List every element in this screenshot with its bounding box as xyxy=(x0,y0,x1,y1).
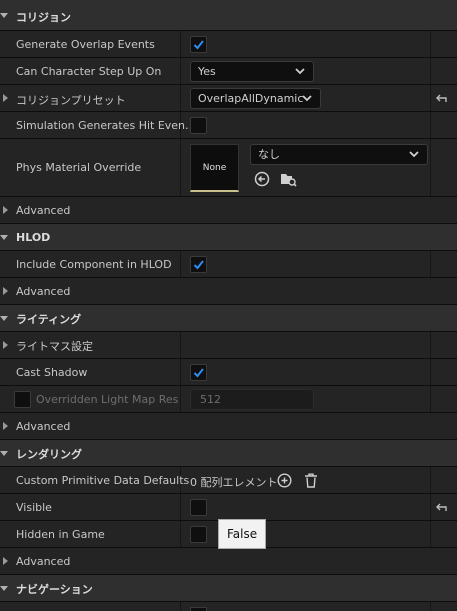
category-title: コリジョン xyxy=(16,11,71,24)
visible-checkbox[interactable] xyxy=(190,499,207,516)
cast-shadow-checkbox[interactable] xyxy=(190,364,207,381)
category-title: レンダリング xyxy=(16,448,82,461)
property-label: Phys Material Override xyxy=(16,161,142,174)
chevron-right-icon xyxy=(3,287,8,295)
overridden-value-field: 512 xyxy=(190,389,314,410)
property-label: Can Character Step Up On xyxy=(16,65,162,78)
row-collision-preset: コリジョンプリセット OverlapAllDynamic xyxy=(0,85,457,112)
reset-arrow-icon[interactable] xyxy=(434,93,448,105)
chevron-down-icon xyxy=(302,94,312,101)
row-generate-overlap: Generate Overlap Events xyxy=(0,31,457,58)
property-label: ライトマス設定 xyxy=(16,340,93,353)
generate-overlap-checkbox[interactable] xyxy=(190,36,207,53)
dropdown-value: OverlapAllDynamic xyxy=(198,92,304,105)
advanced-label: Advanced xyxy=(16,555,71,568)
array-count: 0 配列エレメント xyxy=(190,476,278,489)
chevron-right-icon[interactable] xyxy=(3,341,8,349)
chevron-down-icon xyxy=(0,451,8,456)
advanced-label: Advanced xyxy=(16,204,71,217)
dropdown-value: Yes xyxy=(198,65,216,78)
row-phys-material: Phys Material Override None なし xyxy=(0,139,457,197)
dropdown-value: なし xyxy=(258,148,280,161)
chevron-down-icon xyxy=(295,67,305,74)
chevron-right-icon xyxy=(3,422,8,430)
trash-icon[interactable] xyxy=(304,473,318,488)
chevron-down-icon xyxy=(0,586,8,591)
row-sim-hit: Simulation Generates Hit Even… xyxy=(0,112,457,139)
overridden-checkbox[interactable] xyxy=(14,391,31,408)
advanced-label: Advanced xyxy=(16,420,71,433)
property-label: Visible xyxy=(16,501,52,514)
tooltip-text: False xyxy=(227,527,258,541)
property-label: Custom Primitive Data Defaults xyxy=(16,474,190,487)
category-title: ライティング xyxy=(16,313,82,326)
include-hlod-checkbox[interactable] xyxy=(190,256,207,273)
chevron-down-icon xyxy=(0,13,8,18)
row-overridden-lightmap: Overridden Light Map Res 512 xyxy=(0,386,457,413)
property-label: コリジョンプリセット xyxy=(16,94,126,107)
thumbnail-label: None xyxy=(202,163,227,173)
chevron-right-icon[interactable] xyxy=(3,94,8,102)
hidden-in-game-checkbox[interactable] xyxy=(190,526,207,543)
property-label: Cast Shadow xyxy=(16,366,88,379)
advanced-lighting[interactable]: Advanced xyxy=(0,413,457,440)
row-include-hlod: Include Component in HLOD xyxy=(0,251,457,278)
row-partial xyxy=(0,602,457,611)
property-label: Generate Overlap Events xyxy=(16,38,155,51)
row-cast-shadow: Cast Shadow xyxy=(0,359,457,386)
advanced-label: Advanced xyxy=(16,285,71,298)
category-rendering[interactable]: レンダリング xyxy=(0,440,457,467)
row-lightmass: ライトマス設定 xyxy=(0,332,457,359)
chevron-down-icon xyxy=(0,316,8,321)
partial-checkbox[interactable] xyxy=(190,607,207,611)
browse-folder-icon[interactable] xyxy=(280,171,297,187)
row-custom-primitive: Custom Primitive Data Defaults 0 配列エレメント xyxy=(0,467,457,494)
row-visible: Visible xyxy=(0,494,457,521)
checkmark-icon xyxy=(193,40,204,50)
plus-icon[interactable] xyxy=(277,473,292,488)
chevron-right-icon xyxy=(3,206,8,214)
reset-arrow-icon[interactable] xyxy=(434,502,448,514)
property-label: Simulation Generates Hit Even… xyxy=(16,119,197,132)
tooltip: False xyxy=(218,519,267,549)
chevron-down-icon xyxy=(0,235,8,240)
chevron-right-icon xyxy=(3,557,8,565)
browse-back-icon[interactable] xyxy=(254,171,270,187)
collision-preset-dropdown[interactable]: OverlapAllDynamic xyxy=(190,88,321,109)
advanced-hlod[interactable]: Advanced xyxy=(0,278,457,305)
advanced-rendering[interactable]: Advanced xyxy=(0,548,457,575)
checkmark-icon xyxy=(193,368,204,378)
row-step-up: Can Character Step Up On Yes xyxy=(0,58,457,85)
step-up-dropdown[interactable]: Yes xyxy=(190,61,314,82)
category-navigation[interactable]: ナビゲーション xyxy=(0,575,457,602)
category-title: HLOD xyxy=(16,231,51,244)
category-lighting[interactable]: ライティング xyxy=(0,305,457,332)
category-hlod[interactable]: HLOD xyxy=(0,224,457,251)
field-value: 512 xyxy=(200,393,221,406)
material-thumbnail[interactable]: None xyxy=(190,144,239,192)
property-label: Hidden in Game xyxy=(16,528,105,541)
sim-hit-checkbox[interactable] xyxy=(190,117,207,134)
phys-material-dropdown[interactable]: なし xyxy=(250,144,428,165)
chevron-down-icon xyxy=(409,150,419,157)
property-label: Include Component in HLOD xyxy=(16,258,172,271)
category-title: ナビゲーション xyxy=(16,583,93,596)
advanced-collision[interactable]: Advanced xyxy=(0,197,457,224)
checkmark-icon xyxy=(193,260,204,270)
category-collision[interactable]: コリジョン xyxy=(0,0,457,31)
property-label: Overridden Light Map Res xyxy=(36,393,179,406)
